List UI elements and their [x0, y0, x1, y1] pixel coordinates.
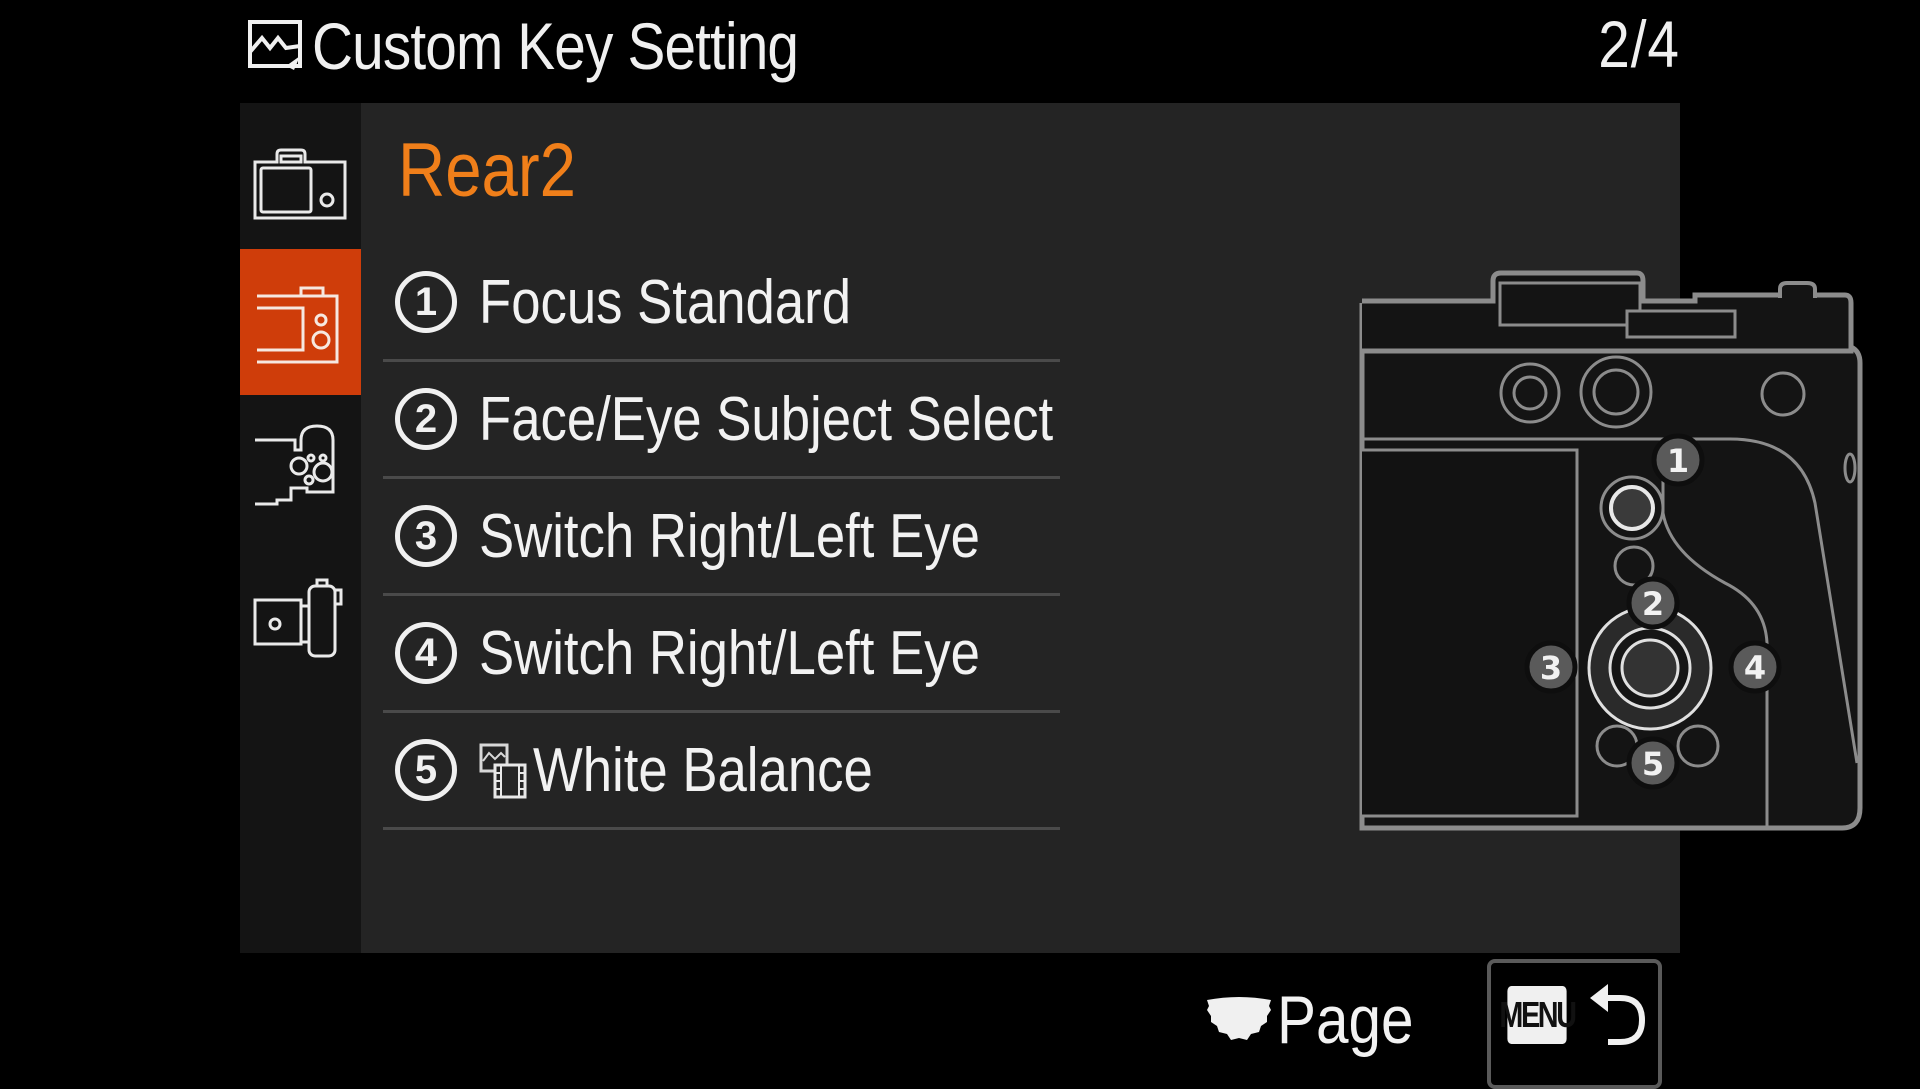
- list-item-key-2[interactable]: 2 Face/Eye Subject Select: [383, 362, 1060, 479]
- menu-panel: Rear2 1 Focus Standard 2 Face/Eye Subjec…: [240, 103, 1863, 953]
- top-dial-camera-icon: [254, 424, 334, 506]
- page-title: Custom Key Setting: [312, 9, 799, 83]
- svg-text:2: 2: [1642, 585, 1664, 623]
- key-number-badge: 2: [395, 388, 457, 450]
- key-assignment-list: 1 Focus Standard 2 Face/Eye Subject Sele…: [383, 245, 1060, 830]
- menu-back-button[interactable]: MENU: [1487, 959, 1662, 1089]
- page-hint-label: Page: [1277, 982, 1414, 1058]
- page-hint: Page: [1203, 975, 1436, 1065]
- svg-text:4: 4: [1744, 649, 1766, 687]
- callout-2: 2: [1626, 576, 1680, 630]
- callout-3: 3: [1524, 640, 1578, 694]
- sidebar-item-top-dial[interactable]: [240, 395, 361, 541]
- control-wheel-icon: [1207, 997, 1271, 1040]
- lens-camera-icon: [253, 578, 342, 658]
- key-number-badge: 1: [395, 271, 457, 333]
- list-item-key-5[interactable]: 5 White Balance: [383, 713, 1060, 830]
- sidebar-item-lens[interactable]: [240, 541, 361, 687]
- still-image-icon: [248, 20, 302, 70]
- key-number-badge: 4: [395, 622, 457, 684]
- section-title: Rear2: [398, 128, 577, 213]
- svg-text:3: 3: [1540, 649, 1562, 687]
- camera-rear-diagram: 1 2 3 4 5: [1359, 270, 1863, 831]
- sidebar-item-rear[interactable]: [240, 249, 361, 395]
- key-number-badge: 3: [395, 505, 457, 567]
- key-function-label: Switch Right/Left Eye: [479, 618, 980, 688]
- menu-key-icon: MENU: [1499, 986, 1576, 1044]
- callout-1: 1: [1651, 433, 1705, 487]
- callout-4: 4: [1728, 640, 1782, 694]
- key-function-label: White Balance: [533, 735, 873, 805]
- list-item-key-3[interactable]: 3 Switch Right/Left Eye: [383, 479, 1060, 596]
- list-item-key-4[interactable]: 4 Switch Right/Left Eye: [383, 596, 1060, 713]
- list-item-key-1[interactable]: 1 Focus Standard: [383, 245, 1060, 362]
- sidebar-item-camera-body[interactable]: [240, 103, 361, 249]
- callout-5: 5: [1626, 736, 1680, 790]
- page-indicator: 2/4: [1598, 7, 1680, 81]
- svg-text:5: 5: [1642, 745, 1664, 783]
- key-function-label: Face/Eye Subject Select: [479, 384, 1054, 454]
- key-function-label: Focus Standard: [479, 267, 852, 337]
- camera-body-icon: [253, 148, 346, 220]
- sidebar: [240, 103, 361, 953]
- key-number-badge: 5: [395, 739, 457, 801]
- rear-camera-icon: [256, 286, 338, 364]
- key-function-label: Switch Right/Left Eye: [479, 501, 980, 571]
- return-icon: [1589, 984, 1645, 1045]
- screen-header: Custom Key Setting: [246, 6, 877, 86]
- camera-body-outline: [1359, 270, 1863, 831]
- svg-text:1: 1: [1667, 442, 1689, 480]
- still-movie-icon: [479, 743, 527, 799]
